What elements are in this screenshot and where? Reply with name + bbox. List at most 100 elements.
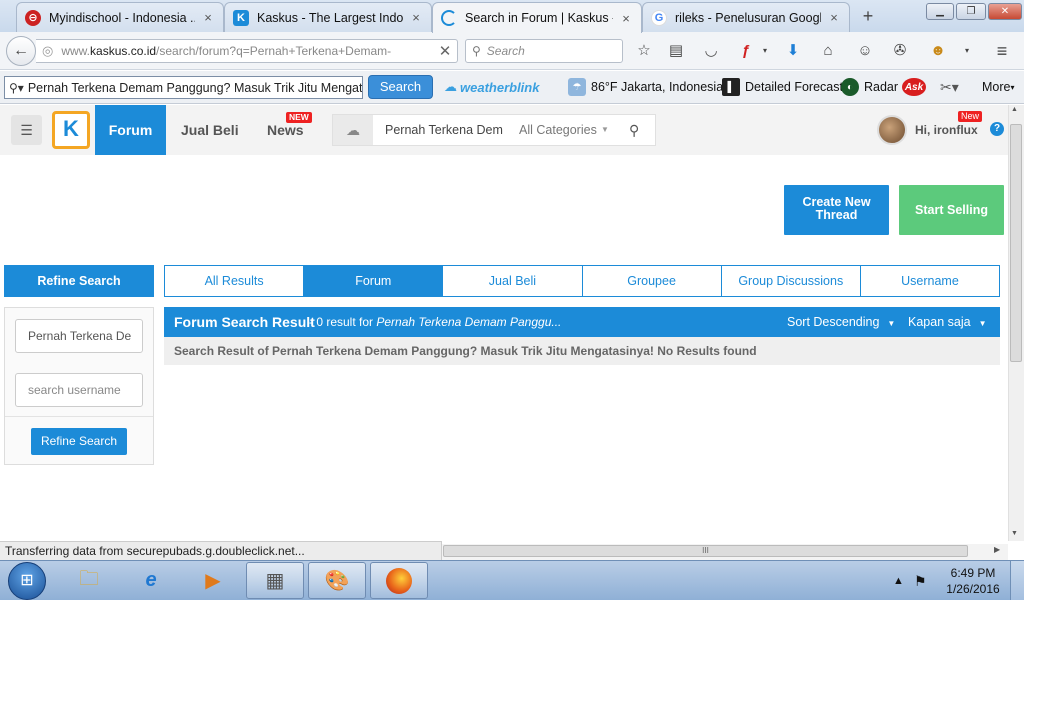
search-dropdown-icon[interactable]: ⚲▾ [9, 81, 24, 95]
bookmark-star-icon[interactable]: ☆ [634, 41, 654, 61]
windows-taskbar: ⊞ 🗀 e ▶ ▦ 🎨 ▲ ⚑ 6:49 PM 1/26/2016 [0, 560, 1024, 600]
forecast-chart-icon: ▌ [722, 78, 740, 96]
kaskus-header: ☰ K Forum Jual Beli News NEW ☁ Pernah Te… [0, 105, 1008, 155]
forecast-label: Detailed Forecast [745, 80, 843, 94]
extension-dropdown-icon[interactable]: ▾ [957, 41, 977, 61]
chevron-down-icon[interactable]: ▼ [601, 115, 609, 145]
ask-button[interactable]: Ask [902, 77, 931, 97]
tray-expand-icon[interactable]: ▲ [893, 561, 904, 600]
tab-username[interactable]: Username [861, 266, 999, 296]
tab-all-results[interactable]: All Results [165, 266, 305, 296]
browser-tab-kaskus-home[interactable]: K Kaskus - The Largest Indon... × [224, 2, 432, 32]
extension-face-icon[interactable]: ☻ [928, 41, 948, 61]
tab-group-discussions[interactable]: Group Discussions [722, 266, 861, 296]
paint-icon[interactable]: 🎨 [308, 562, 366, 599]
browser-search-box[interactable]: ⚲ Search [465, 39, 623, 63]
category-select[interactable]: All Categories [519, 115, 597, 145]
user-greeting[interactable]: Hi, ironflux [915, 105, 978, 155]
chat-icon[interactable]: ☺ [855, 41, 875, 61]
scroll-up-arrow-icon[interactable]: ▲ [1011, 106, 1018, 113]
kaskus-search-input[interactable]: Pernah Terkena Dem [385, 115, 503, 145]
tab-groupee[interactable]: Groupee [583, 266, 722, 296]
new-tab-button[interactable]: + [858, 6, 878, 27]
minimize-button[interactable]: ▁ [926, 3, 954, 20]
search-icon[interactable]: ⚲ [629, 115, 639, 145]
username-search-input[interactable]: search username [15, 373, 143, 407]
radar-link[interactable]: ◐ Radar [841, 77, 898, 97]
browser-tab-search-forum[interactable]: Search in Forum | Kaskus - ... × [432, 2, 642, 33]
start-button[interactable]: ⊞ [8, 562, 46, 600]
more-button[interactable]: More ▾ [982, 77, 1015, 97]
start-selling-button[interactable]: Start Selling [899, 185, 1004, 235]
browser-tab-google[interactable]: G rileks - Penelusuran Google × [642, 2, 850, 32]
menu-icon[interactable]: ≡ [992, 41, 1012, 61]
create-new-thread-button[interactable]: Create New Thread [784, 185, 889, 235]
close-tab-icon[interactable]: × [409, 10, 423, 25]
kaskus-search-box[interactable]: ☁ Pernah Terkena Dem All Categories ▼ ⚲ [332, 114, 656, 146]
toolbar-search-input[interactable]: ⚲▾ Pernah Terkena Demam Panggung? Masuk … [4, 76, 363, 99]
restore-button[interactable]: ❐ [956, 3, 986, 20]
media-player-icon[interactable]: ▶ [184, 562, 242, 599]
results-title: Forum Search Result [174, 314, 315, 330]
file-explorer-icon[interactable]: 🗀 [60, 562, 118, 599]
show-desktop-button[interactable] [1010, 561, 1024, 600]
internet-explorer-icon[interactable]: e [122, 562, 180, 599]
url-text[interactable]: www.kaskus.co.id/search/forum?q=Pernah+T… [61, 44, 433, 58]
hamburger-menu-icon[interactable]: ☰ [11, 115, 42, 145]
site-identity-icon[interactable]: ◎ [42, 43, 53, 59]
weather-current[interactable]: ☂ 86°F Jakarta, Indonesia [568, 77, 723, 97]
horizontal-scroll-thumb[interactable]: III [443, 545, 968, 557]
weatherblink-cloud-icon: ☁ [444, 79, 457, 94]
refine-search-header: Refine Search [4, 265, 154, 297]
no-results-message: Search Result of Pernah Terkena Demam Pa… [164, 337, 1000, 365]
browser-tab-myindischool[interactable]: ⊖ Myindischool - Indonesia ... × [16, 2, 224, 32]
close-window-button[interactable]: ✕ [988, 3, 1022, 20]
flash-icon[interactable]: ƒ [736, 41, 756, 61]
tab-jual-beli[interactable]: Jual Beli [443, 266, 583, 296]
scroll-right-arrow-icon[interactable]: ▶ [994, 545, 1000, 554]
action-center-flag-icon[interactable]: ⚑ [914, 561, 927, 600]
weatherblink-logo[interactable]: ☁ weatherblink [444, 77, 539, 97]
weatherblink-label: weatherblink [460, 79, 540, 95]
refine-query-input[interactable]: Pernah Terkena De [15, 319, 143, 353]
download-icon[interactable]: ⬇ [783, 41, 803, 61]
search-placeholder: Search [486, 44, 525, 58]
close-tab-icon[interactable]: × [619, 11, 633, 26]
sort-dropdown[interactable]: Sort Descending ▼ [787, 307, 895, 339]
kaskus-favicon-icon: K [233, 9, 249, 26]
screen: ⊖ Myindischool - Indonesia ... × K Kasku… [0, 0, 1024, 600]
weather-text: 86°F Jakarta, Indonesia [591, 80, 724, 94]
kaskus-logo[interactable]: K [52, 111, 90, 149]
help-icon[interactable]: ? [990, 122, 1004, 136]
nav-forum[interactable]: Forum [95, 105, 166, 155]
time-filter-dropdown[interactable]: Kapan saja ▼ [908, 307, 986, 339]
nav-jual-beli[interactable]: Jual Beli [181, 105, 239, 155]
results-count: - 0 result for Pernah Terkena Demam Pang… [309, 307, 561, 338]
search-icon: ⚲ [472, 44, 481, 58]
chat-bubble-icon[interactable]: ☁ [333, 115, 373, 145]
loading-spinner-icon [441, 10, 457, 26]
reading-list-icon[interactable]: ▤ [666, 41, 686, 61]
flash-dropdown-icon[interactable]: ▾ [755, 41, 775, 61]
results-header-bar: Forum Search Result - 0 result for Perna… [164, 307, 1000, 337]
system-clock[interactable]: 6:49 PM 1/26/2016 [940, 565, 1006, 597]
vertical-scroll-thumb[interactable] [1010, 124, 1022, 362]
pocket-icon[interactable]: ◡ [701, 41, 721, 61]
extension-reel-icon[interactable]: ✇ [890, 41, 910, 61]
home-icon[interactable]: ⌂ [818, 41, 838, 61]
firefox-icon[interactable] [370, 562, 428, 599]
calculator-icon[interactable]: ▦ [246, 562, 304, 599]
toolbar-search-button[interactable]: Search [368, 75, 433, 99]
tab-forum[interactable]: Forum [304, 266, 444, 296]
back-button[interactable]: ← [6, 36, 36, 66]
address-bar[interactable]: ◎ www.kaskus.co.id/search/forum?q=Pernah… [36, 39, 458, 63]
close-tab-icon[interactable]: × [201, 10, 215, 25]
detailed-forecast-link[interactable]: ▌ Detailed Forecast [722, 77, 843, 97]
close-tab-icon[interactable]: × [827, 10, 841, 25]
status-bar: Transferring data from securepubads.g.do… [0, 541, 442, 560]
toolbar-settings-icon[interactable]: ✂▾ [940, 77, 959, 97]
refine-search-button[interactable]: Refine Search [31, 428, 127, 455]
user-avatar[interactable] [877, 115, 907, 145]
scroll-down-arrow-icon[interactable]: ▼ [1011, 530, 1018, 537]
clear-url-icon[interactable]: ✕ [433, 42, 457, 60]
